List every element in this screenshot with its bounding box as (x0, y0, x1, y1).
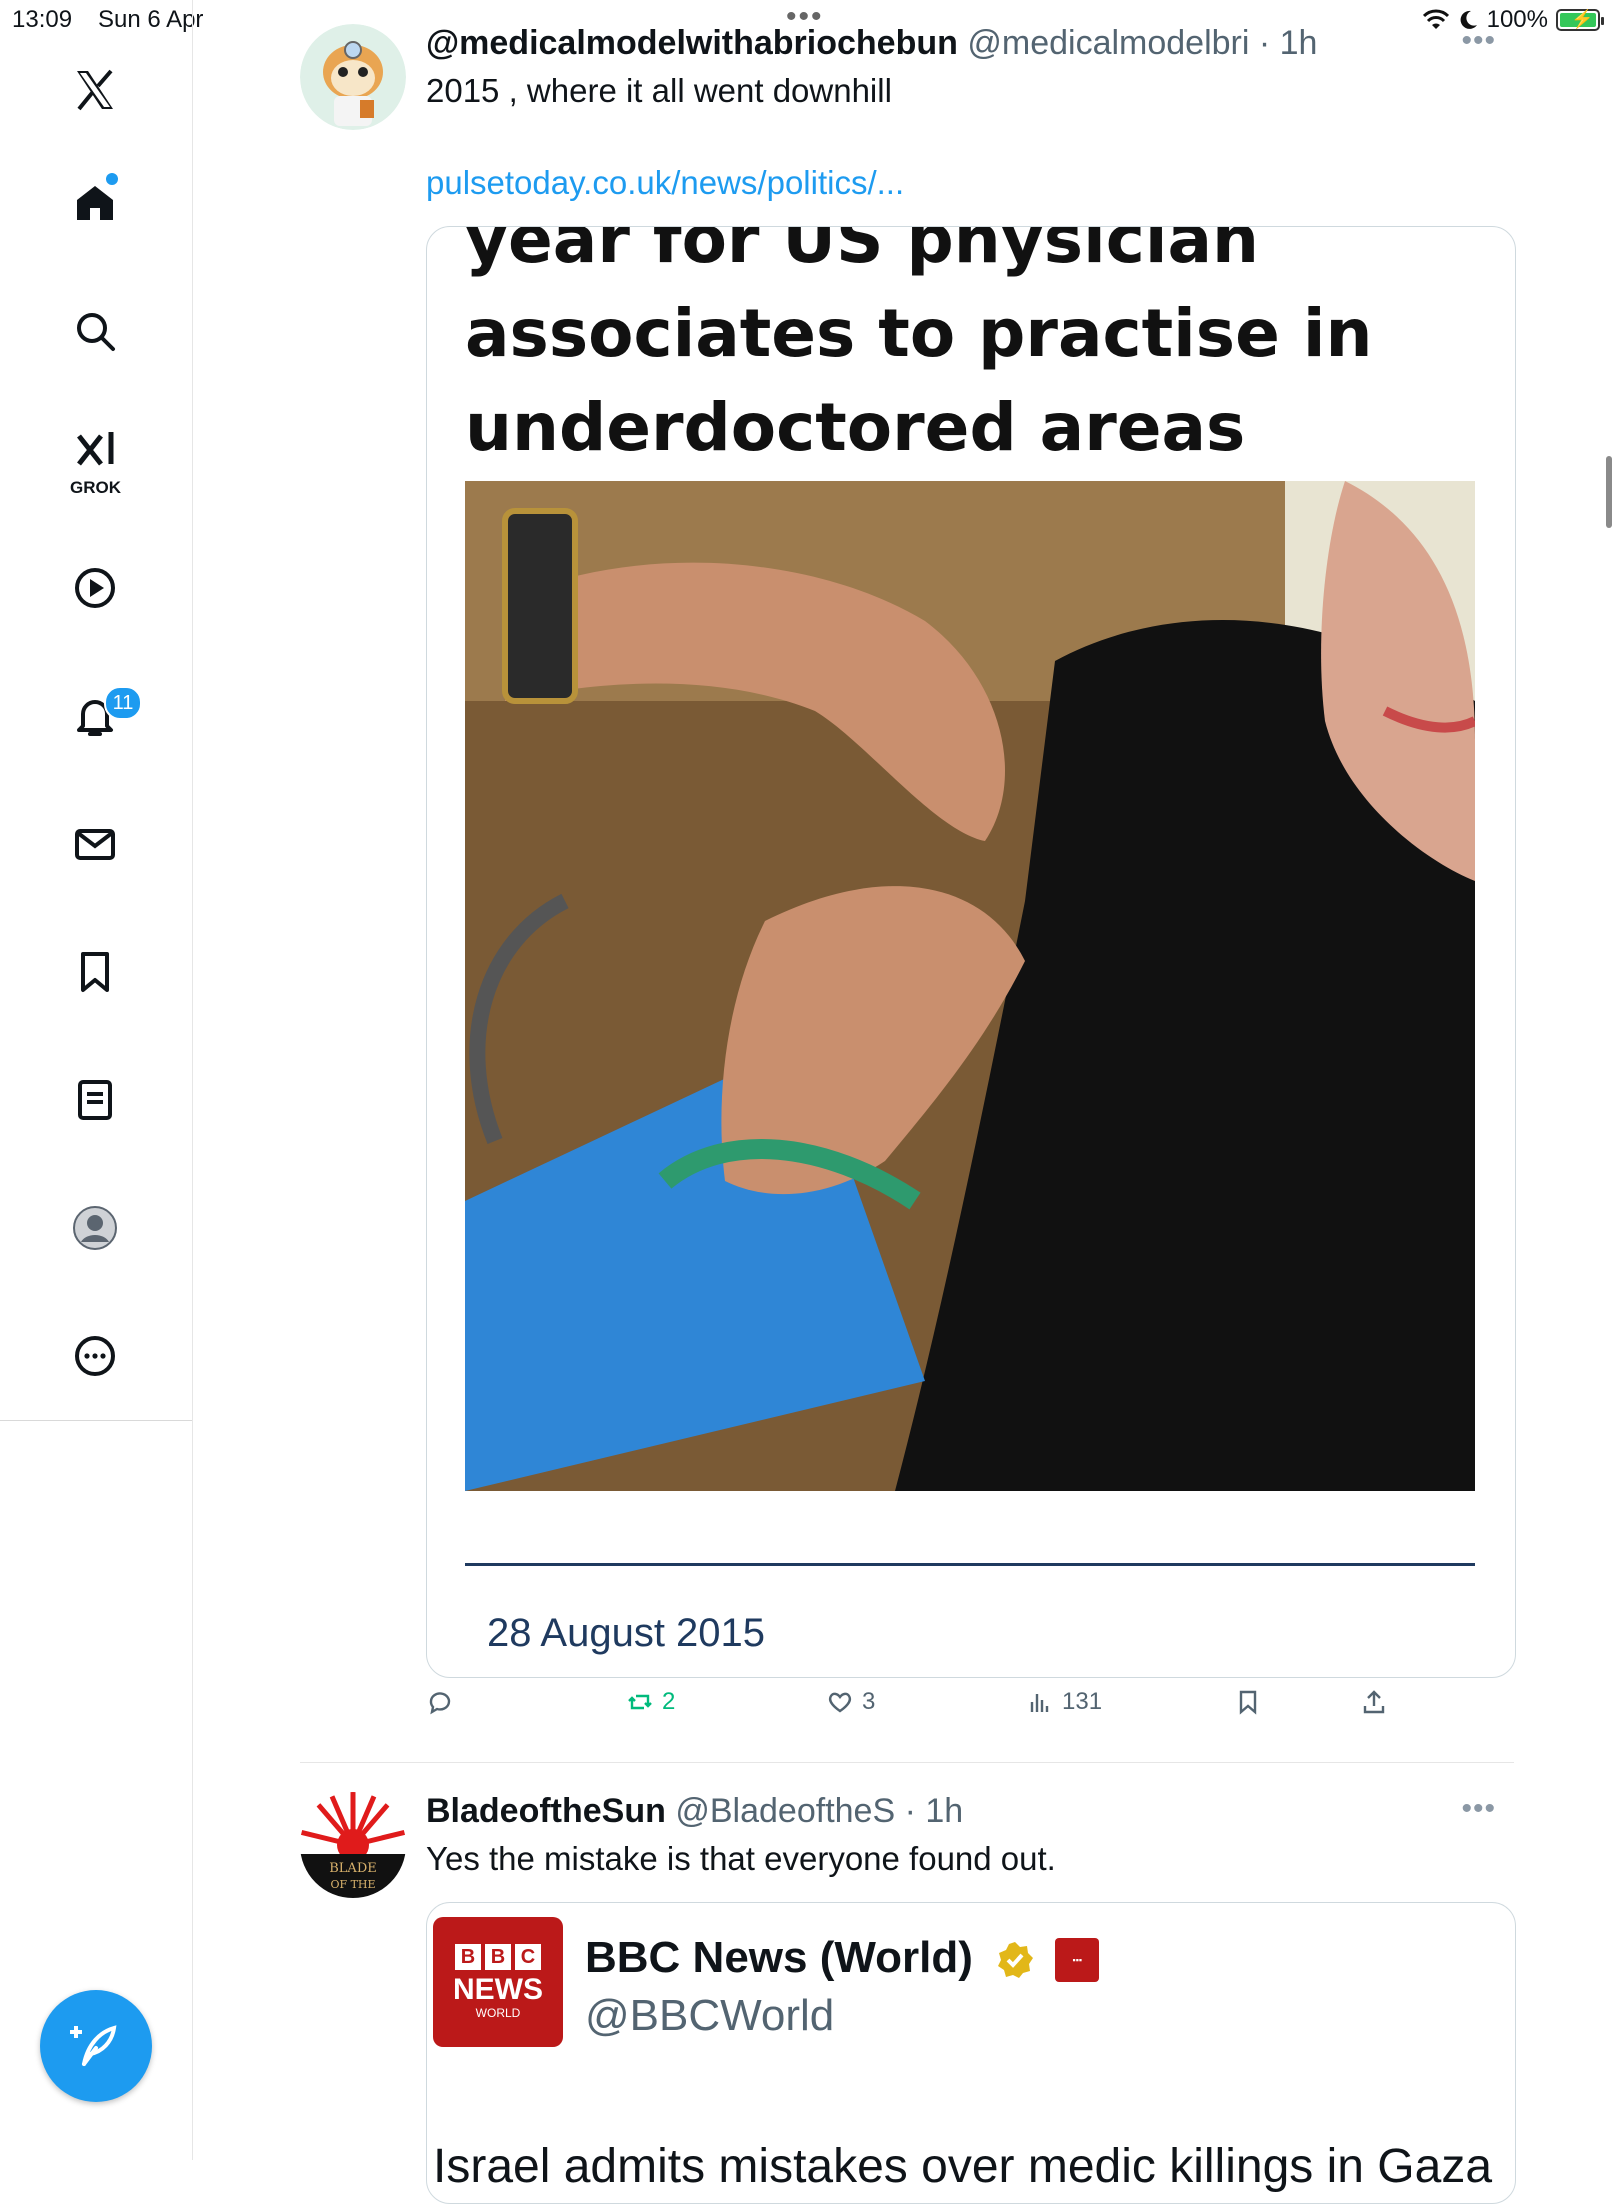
bbc-news-logo: B B C NEWS WORLD (433, 1917, 563, 2047)
reply-icon (429, 1692, 451, 1715)
scrollbar[interactable] (1606, 456, 1612, 528)
quoted-handle[interactable]: @BBCWorld (585, 1991, 834, 2041)
avatar[interactable]: BLADE OF THE (300, 1792, 406, 1898)
post-actions: 2 3 131 (426, 1688, 1514, 1738)
notification-badge: 11 (104, 686, 142, 720)
sidebar: GROK 11 (0, 0, 193, 1420)
lists-icon[interactable] (55, 1060, 135, 1140)
bbc-logo-world: WORLD (475, 2006, 521, 2020)
heart-icon (828, 1692, 852, 1713)
repost-icon (628, 1694, 652, 1710)
post-time: · 1h (1258, 24, 1318, 62)
avatar[interactable] (300, 24, 406, 130)
share-button[interactable] (1360, 1688, 1388, 1716)
quoted-display-name-row: BBC News (World) ▪▪▪ (585, 1933, 1100, 1983)
post-link[interactable]: pulsetoday.co.uk/news/politics/... (426, 164, 904, 202)
video-play-icon[interactable] (55, 548, 135, 628)
views-button[interactable]: 131 (1026, 1688, 1102, 1716)
svg-text:OF THE: OF THE (330, 1878, 375, 1891)
quoted-headline: Israel admits mistakes over medic killin… (433, 2140, 1493, 2193)
card-photo (465, 481, 1475, 1491)
home-notification-dot (106, 173, 118, 185)
reply-button[interactable] (426, 1688, 462, 1716)
card-date: 28 August 2015 (487, 1611, 766, 1655)
handle[interactable]: @medicalmodelbri (967, 24, 1249, 62)
post-header: @medicalmodelwithabriochebun @medicalmod… (426, 24, 1317, 63)
svg-text:BLADE: BLADE (329, 1861, 377, 1876)
profile-icon[interactable] (55, 1188, 135, 1268)
post-divider (300, 1762, 1514, 1763)
search-icon[interactable] (55, 291, 135, 371)
grok-label: GROK (70, 478, 121, 497)
bookmark-icon[interactable] (55, 932, 135, 1012)
like-count: 3 (862, 1688, 876, 1715)
post-text: Yes the mistake is that everyone found o… (426, 1840, 1056, 1877)
handle[interactable]: @BladeoftheS (675, 1792, 895, 1830)
repost-count: 2 (662, 1688, 676, 1715)
bookmark-button[interactable] (1234, 1688, 1262, 1716)
display-name[interactable]: @medicalmodelwithabriochebun (426, 24, 958, 62)
bbc-block: C (515, 1944, 541, 1970)
quoted-display-name[interactable]: BBC News (World) (585, 1933, 973, 1982)
compose-feather-icon (70, 2025, 117, 2066)
post-time: · 1h (904, 1792, 964, 1830)
display-name[interactable]: BladeoftheSun (426, 1792, 666, 1830)
repost-button[interactable]: 2 (626, 1688, 675, 1716)
verified-badge-icon (998, 1942, 1034, 1979)
bbc-logo-news: NEWS (453, 1973, 543, 2006)
post-2[interactable]: BLADE OF THE BladeoftheSun @BladeoftheS … (300, 1792, 1516, 2204)
compose-button[interactable] (40, 1990, 152, 2102)
share-icon (1363, 1690, 1385, 1714)
home-icon[interactable] (55, 162, 135, 242)
battery-icon: ⚡ (1556, 9, 1604, 31)
bbc-block: B (455, 1944, 481, 1970)
mail-icon[interactable] (55, 804, 135, 884)
views-count: 131 (1062, 1688, 1103, 1715)
post-text: 2015 , where it all went downhill (426, 72, 892, 109)
x-logo-icon[interactable] (55, 50, 135, 130)
sidebar-divider (0, 1420, 192, 1421)
post-more-icon[interactable]: ••• (1461, 24, 1496, 58)
post-header: BladeoftheSun @BladeoftheS · 1h (426, 1792, 963, 1831)
like-button[interactable]: 3 (826, 1688, 875, 1716)
views-icon (1030, 1694, 1049, 1712)
post-more-icon[interactable]: ••• (1461, 1792, 1496, 1826)
bookmark-icon (1239, 1690, 1257, 1715)
more-icon[interactable] (55, 1316, 135, 1396)
bbc-affiliate-icon: ▪▪▪ (1055, 1938, 1100, 1983)
quoted-post[interactable]: B B C NEWS WORLD BBC News (World) ▪▪▪ @B… (426, 1902, 1516, 2204)
card-rule (465, 1563, 1475, 1566)
post-1[interactable]: @medicalmodelwithabriochebun @medicalmod… (300, 24, 1516, 1764)
card-headline-line-3: underdoctored areas (465, 389, 1246, 466)
link-card[interactable]: year for US physician associates to prac… (426, 226, 1516, 1678)
card-headline-line-1: year for US physician (465, 226, 1259, 278)
card-headline-line-2: associates to practise in (465, 295, 1373, 372)
bbc-block: B (485, 1944, 511, 1970)
sidebar-border (192, 1420, 193, 2160)
